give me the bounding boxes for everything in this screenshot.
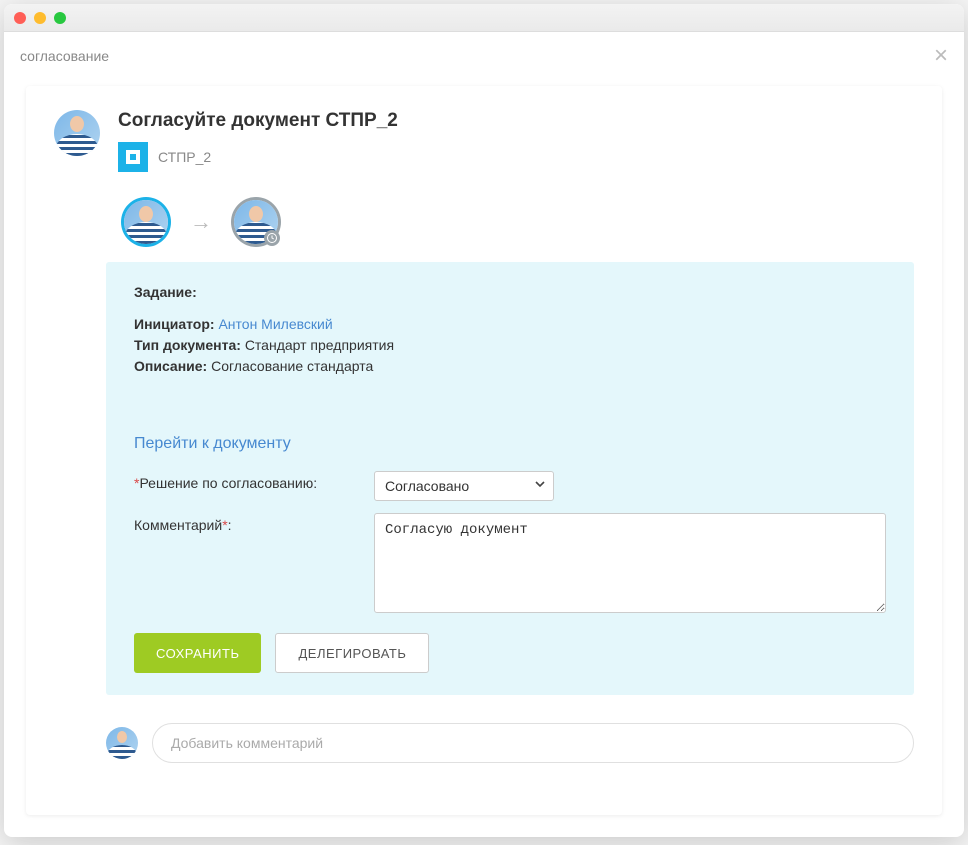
task-panel: Задание: Инициатор: Антон Милевский Тип … xyxy=(106,262,914,695)
doctype-label: Тип документа: xyxy=(134,337,241,353)
initiator-avatar[interactable] xyxy=(54,110,100,156)
document-icon xyxy=(118,142,148,172)
required-mark: * xyxy=(222,517,227,533)
clock-icon xyxy=(264,230,280,246)
decision-select-wrap: Согласовано xyxy=(374,471,554,501)
window-close-button[interactable] xyxy=(14,12,26,24)
initiator-link[interactable]: Антон Милевский xyxy=(218,316,332,332)
document-name: СТПР_2 xyxy=(158,149,211,165)
add-comment-bar xyxy=(106,723,914,763)
initiator-row: Инициатор: Антон Милевский xyxy=(134,314,886,335)
decision-select[interactable]: Согласовано xyxy=(374,471,554,501)
content-panel: Согласуйте документ СТПР_2 СТПР_2 → xyxy=(26,86,942,815)
delegate-button[interactable]: ДЕЛЕГИРОВАТЬ xyxy=(275,633,429,673)
task-header: Согласуйте документ СТПР_2 СТПР_2 xyxy=(54,110,914,172)
description-row: Описание: Согласование стандарта xyxy=(134,356,886,377)
comment-row: Комментарий*: xyxy=(134,513,886,613)
approval-flow: → xyxy=(124,200,914,244)
flow-step-current-avatar[interactable] xyxy=(124,200,168,244)
window-maximize-button[interactable] xyxy=(54,12,66,24)
task-title: Согласуйте документ СТПР_2 xyxy=(118,110,398,132)
add-comment-input[interactable] xyxy=(152,723,914,763)
comment-label: Комментарий*: xyxy=(134,513,374,533)
goto-document-link[interactable]: Перейти к документу xyxy=(134,435,291,453)
close-icon[interactable]: × xyxy=(934,44,948,68)
save-button[interactable]: СОХРАНИТЬ xyxy=(134,633,261,673)
description-label: Описание: xyxy=(134,358,207,374)
decision-label: *Решение по согласованию: xyxy=(134,471,374,491)
action-bar: СОХРАНИТЬ ДЕЛЕГИРОВАТЬ xyxy=(134,633,886,673)
initiator-label: Инициатор: xyxy=(134,316,215,332)
subheader-title: согласование xyxy=(20,48,109,64)
task-header-info: Согласуйте документ СТПР_2 СТПР_2 xyxy=(118,110,398,172)
decision-row: *Решение по согласованию: Согласовано xyxy=(134,471,886,501)
traffic-lights xyxy=(14,12,66,24)
window-minimize-button[interactable] xyxy=(34,12,46,24)
doctype-value: Стандарт предприятия xyxy=(245,337,394,353)
subheader: согласование × xyxy=(4,32,964,74)
doctype-row: Тип документа: Стандарт предприятия xyxy=(134,335,886,356)
comment-textarea[interactable] xyxy=(374,513,886,613)
titlebar xyxy=(4,4,964,32)
description-value: Согласование стандарта xyxy=(211,358,373,374)
app-window: согласование × Согласуйте документ СТПР_… xyxy=(4,4,964,837)
task-section-label: Задание: xyxy=(134,284,886,300)
document-reference[interactable]: СТПР_2 xyxy=(118,142,398,172)
arrow-right-icon: → xyxy=(190,209,212,235)
current-user-avatar[interactable] xyxy=(106,727,138,759)
